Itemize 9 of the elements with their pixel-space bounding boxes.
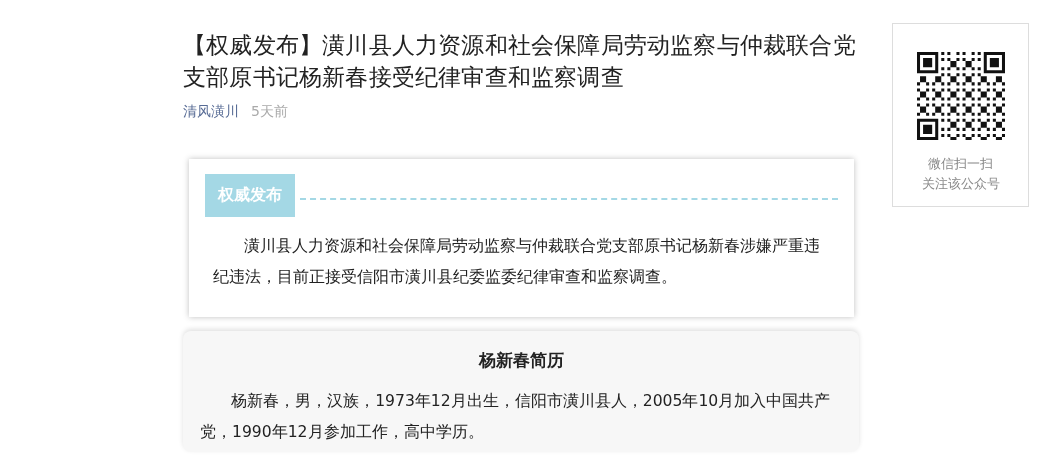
article-title: 【权威发布】潢川县人力资源和社会保障局劳动监察与仲裁联合党支部原书记杨新春接受纪律审查和监察调查 xyxy=(183,31,857,92)
qr-caption: 微信扫一扫 xyxy=(927,155,994,173)
publish-time: 5天前 xyxy=(251,103,288,121)
section-tag: 权威发布 xyxy=(205,174,295,217)
bio-paragraph: 杨新春，男，汉族，1973年12月出生，信阳市潢川县人，2005年10月加入中国共产党，1990年12月参加工作，高中学历。 xyxy=(200,391,832,443)
notice-paragraph: 潢川县人力资源和社会保障局劳动监察与仲裁联合党支部原书记杨新春涉嫌严重违纪违法，目前正接受信阳市潢川县纪委监委纪律审查和监察调查。 xyxy=(212,236,822,288)
account-name-link[interactable]: 清风潢川 xyxy=(183,103,239,121)
qr-caption: 关注该公众号 xyxy=(921,175,1000,193)
bio-heading: 杨新春简历 xyxy=(477,349,565,372)
